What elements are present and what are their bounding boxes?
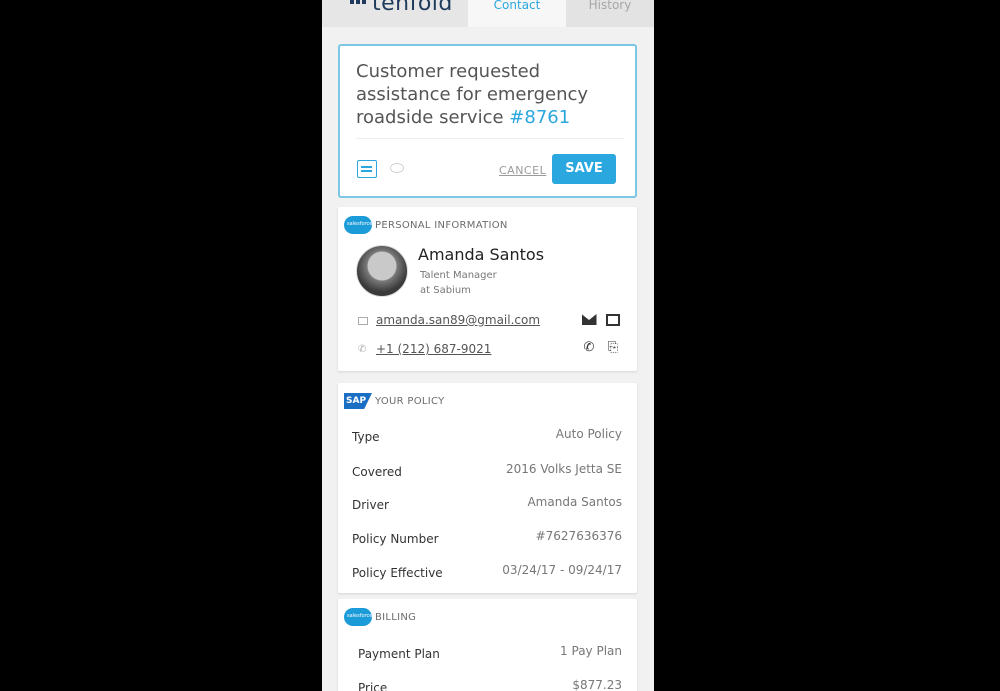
policy-value: 2016 Volks Jetta SE — [505, 462, 622, 476]
billing-label: Price — [358, 681, 388, 691]
phone-row: ✆ +1 (212) 687-9021 — [358, 342, 491, 356]
case-reference: #8761 — [509, 107, 571, 128]
policy-value: Amanda Santos — [527, 495, 622, 509]
envelope-icon — [358, 316, 368, 325]
card-title: PERSONAL INFORMATION — [375, 219, 508, 231]
cancel-button[interactable]: CANCEL — [499, 164, 546, 177]
contact-panel: tenfold Contact History Customer request… — [322, 0, 654, 691]
card-header: SAP YOUR POLICY — [344, 391, 445, 411]
note-editor[interactable]: Customer requested assistance for emerge… — [338, 44, 637, 198]
tab-bar: tenfold Contact History — [322, 0, 654, 27]
personal-information-card: PERSONAL INFORMATION Amanda Santos Talen… — [338, 207, 637, 371]
contact-role: Talent Manager — [420, 270, 497, 281]
tab-contact-label: Contact — [493, 0, 541, 12]
billing-row: Payment Plan 1 Pay Plan — [358, 644, 622, 667]
card-title: YOUR POLICY — [375, 395, 445, 407]
note-text[interactable]: Customer requested assistance for emerge… — [356, 60, 626, 129]
policy-row: Type Auto Policy — [352, 427, 622, 450]
billing-value: 1 Pay Plan — [560, 644, 622, 658]
policy-card: SAP YOUR POLICY Type Auto Policy Covered… — [338, 383, 637, 593]
policy-row: Policy Number #7627636376 — [352, 529, 622, 552]
policy-row: Driver Amanda Santos — [352, 495, 622, 518]
contact-company: at Sabium — [420, 285, 471, 296]
policy-label: Driver — [352, 498, 389, 512]
contact-name: Amanda Santos — [418, 245, 545, 264]
policy-label: Type — [352, 430, 380, 444]
email-link[interactable]: amanda.san89@gmail.com — [376, 313, 540, 327]
billing-card: BILLING Payment Plan 1 Pay Plan Price $8… — [338, 599, 637, 691]
billing-value: $877.23 — [572, 678, 622, 691]
policy-label: Policy Number — [352, 532, 439, 546]
tab-history-label: History — [588, 0, 632, 12]
note-divider — [356, 138, 624, 139]
phone-link[interactable]: +1 (212) 687-9021 — [376, 342, 491, 356]
send-message-icon[interactable] — [605, 314, 621, 328]
contact-title: Talent Manager at Sabium — [420, 268, 497, 298]
billing-row: Price $877.23 — [358, 678, 622, 691]
phone-icon: ✆ — [358, 343, 367, 355]
transfer-call-icon[interactable]: ⎘ — [605, 341, 621, 355]
card-header: PERSONAL INFORMATION — [344, 215, 508, 235]
policy-label: Policy Effective — [352, 566, 443, 580]
policy-label: Covered — [352, 465, 402, 479]
send-email-icon[interactable] — [581, 314, 597, 328]
salesforce-logo-icon — [344, 608, 372, 626]
policy-row: Covered 2016 Volks Jetta SE — [352, 462, 622, 485]
tenfold-logo-icon — [350, 0, 366, 10]
tab-history[interactable]: History — [566, 0, 654, 27]
salesforce-logo-icon — [344, 216, 372, 234]
note-template-icon[interactable] — [357, 160, 377, 178]
sap-logo-icon: SAP — [344, 393, 372, 409]
billing-label: Payment Plan — [358, 647, 440, 661]
call-icon[interactable]: ✆ — [581, 341, 597, 355]
email-row: amanda.san89@gmail.com — [358, 313, 540, 327]
tab-contact[interactable]: Contact — [468, 0, 566, 27]
tenfold-logo: tenfold — [322, 0, 468, 27]
policy-value: Auto Policy — [555, 427, 622, 441]
policy-row: Policy Effective 03/24/17 - 09/24/17 — [352, 563, 622, 586]
logo-text: tenfold — [372, 0, 453, 16]
card-title: BILLING — [375, 611, 417, 623]
card-header: BILLING — [344, 607, 416, 627]
comment-icon[interactable] — [390, 163, 404, 173]
avatar — [356, 245, 408, 297]
policy-value: #7627636376 — [535, 529, 622, 543]
save-button[interactable]: SAVE — [552, 154, 616, 184]
policy-value: 03/24/17 - 09/24/17 — [502, 563, 622, 577]
